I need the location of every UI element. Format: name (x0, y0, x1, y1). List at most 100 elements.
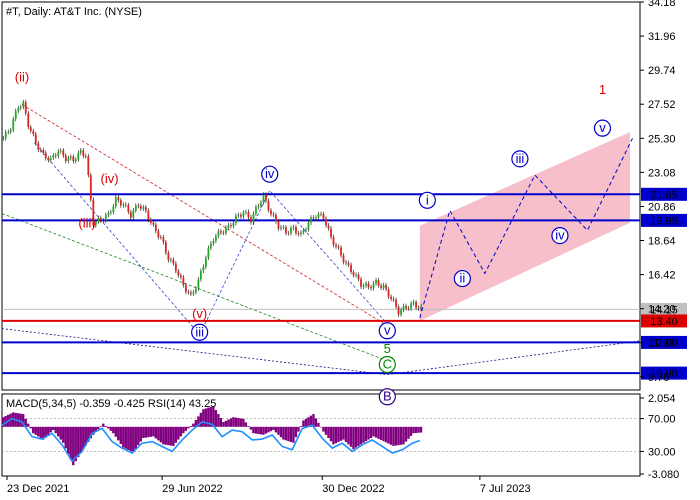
macd-bar (174, 426, 178, 443)
candle-body (37, 143, 40, 150)
candle-body (345, 262, 347, 264)
candle-body (252, 213, 255, 223)
y-tick-label: 9.76 (648, 372, 669, 384)
candle-body (174, 263, 177, 272)
candle-body (102, 220, 105, 222)
candle-body (400, 309, 402, 315)
wave-label: (ii) (15, 70, 29, 85)
macd-bar (129, 426, 132, 452)
candle-body (69, 156, 72, 159)
candle-body (29, 127, 32, 132)
candle-body (402, 305, 405, 310)
candle-body (375, 280, 377, 284)
candle-body (49, 157, 52, 161)
candle-body (337, 246, 340, 248)
macd-bar (192, 423, 195, 427)
macd-bar (262, 426, 265, 435)
macd-bar (412, 426, 415, 434)
macd-bar (62, 426, 65, 443)
candle-body (255, 206, 257, 214)
macd-bar (317, 422, 320, 427)
candle-body (112, 206, 115, 212)
candle-body (350, 264, 352, 273)
candle-body (142, 207, 145, 209)
candle-body (360, 279, 362, 287)
candle-body (189, 292, 192, 294)
candle-body (19, 107, 22, 108)
candle-body (405, 305, 407, 309)
candle-body (210, 243, 212, 248)
candle-body (327, 225, 330, 229)
y-tick-label: 31.96 (648, 31, 676, 43)
macd-bar (389, 426, 393, 445)
candle-body (310, 217, 312, 223)
macd-bar (99, 426, 102, 427)
macd-bar (392, 426, 395, 446)
macd-bar (382, 426, 385, 442)
macd-bar (264, 426, 268, 434)
candle-body (144, 207, 147, 211)
macd-bar (137, 426, 140, 446)
macd-bar (347, 426, 350, 445)
macd-bar (147, 426, 150, 438)
macd-bar (97, 426, 100, 430)
y-tick-label: 25.30 (648, 133, 676, 145)
wave-label: i (426, 192, 429, 207)
candle-body (74, 159, 77, 162)
macd-bar (134, 426, 137, 449)
candle-body (237, 214, 240, 216)
macd-bar (297, 426, 300, 432)
wave-label: iv (555, 228, 565, 243)
macd-bar (349, 426, 353, 447)
candle-body (302, 230, 305, 233)
candle-body (347, 263, 350, 265)
macd-bar (152, 426, 155, 437)
macd-bar (354, 426, 358, 448)
y-tick-label: 27.52 (648, 99, 676, 111)
candle-body (149, 219, 152, 223)
candle-body (124, 204, 127, 206)
chart-title: #T, Daily: AT&T Inc. (NYSE) (6, 6, 142, 18)
candle-body (215, 236, 217, 241)
candle-body (332, 237, 335, 245)
macd-bar (242, 418, 245, 427)
level-tag-label: 21.65 (650, 189, 678, 201)
macd-bar (394, 426, 398, 446)
wave-label: (iv) (101, 171, 119, 186)
macd-bar (284, 426, 288, 441)
macd-bar (82, 426, 85, 450)
candle-body (39, 149, 42, 151)
macd-bar (244, 422, 248, 427)
candle-body (412, 302, 415, 304)
macd-bar (184, 426, 188, 431)
candle-body (315, 217, 317, 219)
candle-body (232, 222, 235, 227)
candle-body (122, 204, 125, 206)
wave-label: ii (459, 271, 465, 286)
macd-bar (337, 426, 340, 442)
candle-body (187, 291, 190, 293)
candle-body (225, 227, 227, 233)
candle-body (387, 289, 390, 297)
candle-body (355, 274, 357, 276)
candle-body (17, 107, 20, 112)
candle-body (292, 227, 295, 229)
macd-bar (254, 426, 258, 434)
macd-bar (172, 426, 175, 446)
candle-body (202, 266, 205, 271)
candle-body (380, 285, 382, 288)
candle-body (52, 155, 55, 158)
candle-body (192, 292, 195, 294)
macd-bar (57, 426, 60, 437)
macd-bar (114, 426, 117, 437)
candle-body (240, 214, 242, 217)
macd-bar (239, 418, 243, 427)
candle-body (162, 237, 165, 243)
candle-body (119, 200, 122, 206)
candle-body (182, 277, 185, 286)
candle-body (407, 308, 410, 309)
wave-label: v (599, 120, 606, 135)
macd-bar (287, 426, 290, 442)
macd-bar (69, 426, 72, 460)
candle-body (177, 271, 180, 276)
